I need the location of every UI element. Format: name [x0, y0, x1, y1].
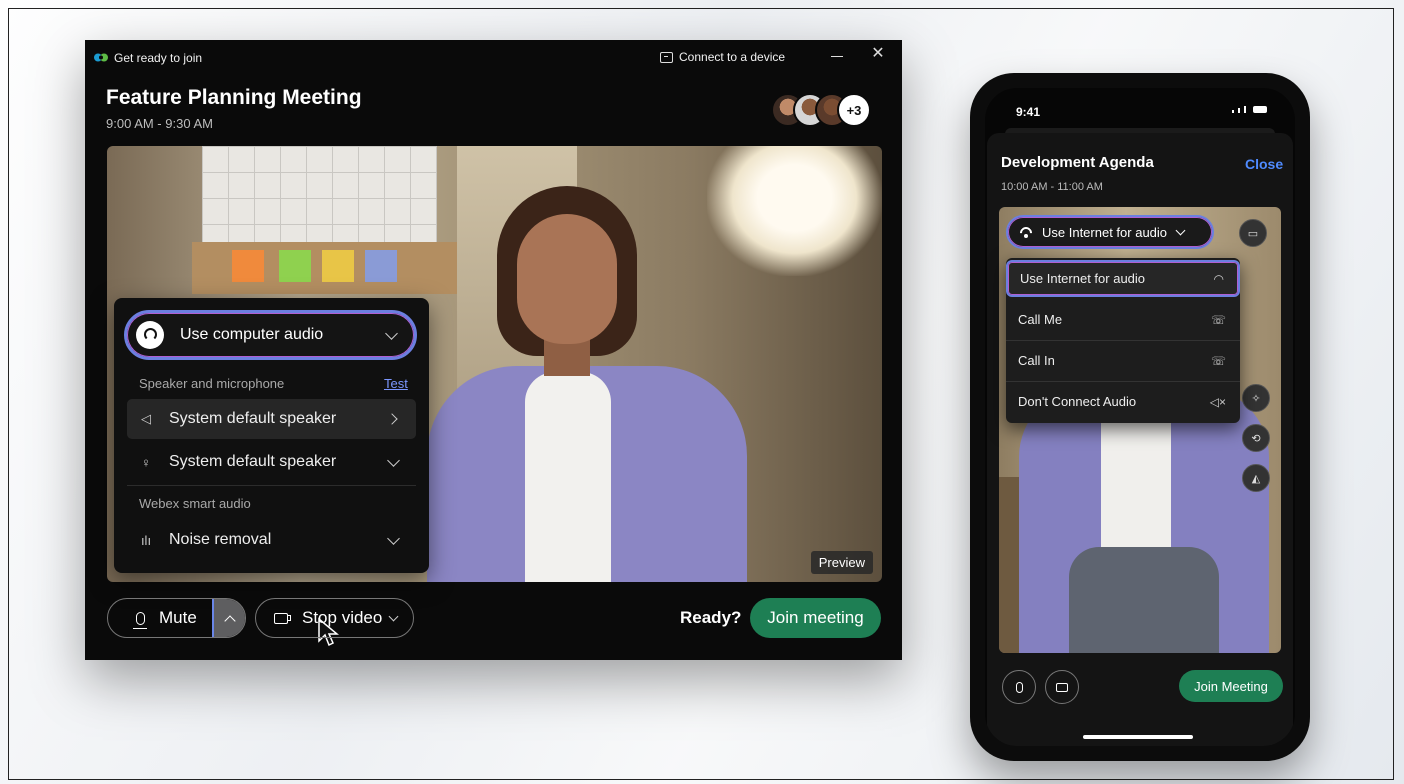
stop-video-button[interactable]: Stop video: [255, 598, 414, 638]
meeting-title: Development Agenda: [1001, 154, 1154, 171]
mute-button[interactable]: [1002, 670, 1036, 704]
chevron-down-icon: [387, 453, 400, 467]
meeting-time: 9:00 AM - 9:30 AM: [106, 116, 213, 131]
person: [407, 186, 767, 582]
camera-icon: [274, 612, 291, 624]
audio-options-menu: Use Internet for audio ◠ Call Me ☏ Call …: [1006, 258, 1240, 423]
stop-video-label: Stop video: [302, 608, 383, 627]
audio-type-label: Use Internet for audio: [1042, 224, 1168, 240]
headset-icon: [136, 321, 164, 349]
meeting-time: 10:00 AM - 11:00 AM: [1001, 181, 1103, 193]
join-meeting-button[interactable]: Join meeting: [750, 598, 881, 638]
face: [517, 214, 617, 344]
connect-device-label: Connect to a device: [679, 50, 786, 64]
chevron-down-icon: [1175, 225, 1186, 235]
signal-icon: [1232, 110, 1234, 113]
join-meeting-button[interactable]: Join Meeting: [1179, 670, 1283, 702]
chevron-down-icon[interactable]: [388, 611, 399, 621]
microphone-icon: [1015, 681, 1023, 693]
audio-type-select[interactable]: Use computer audio: [124, 310, 417, 360]
audio-type-label: Use computer audio: [180, 326, 324, 343]
connect-device-icon[interactable]: ▭: [1239, 219, 1267, 247]
ready-label: Ready?: [680, 608, 742, 627]
menu-item-label: Don't Connect Audio: [1018, 394, 1137, 409]
preview-label: Preview: [810, 551, 873, 574]
participant-avatars[interactable]: +3: [771, 93, 883, 127]
chevron-down-icon: [387, 531, 400, 545]
sticky-note: [232, 250, 264, 282]
minimize-icon[interactable]: [830, 48, 844, 62]
more-participants-badge: +3: [837, 93, 871, 127]
camera-icon: [1056, 682, 1068, 692]
switch-camera-icon[interactable]: ⟲: [1242, 424, 1270, 452]
meeting-title: Feature Planning Meeting: [106, 86, 362, 109]
home-indicator: [1083, 735, 1193, 739]
noise-removal-select[interactable]: ılı Noise removal: [127, 520, 416, 560]
microphone-label: System default speaker: [169, 453, 337, 470]
battery-icon: [1253, 106, 1267, 113]
sticky-note: [279, 250, 311, 282]
chevron-right-icon: [386, 413, 398, 425]
phone-screen: 9:41 Development Agenda Close 10:00 AM -…: [985, 88, 1295, 746]
menu-item-no-audio[interactable]: Don't Connect Audio ◁×: [1006, 381, 1240, 422]
microphone-icon: [133, 611, 147, 629]
microphone-icon: ♀: [141, 454, 151, 470]
webex-logo-icon: [94, 53, 108, 62]
phone-out-icon: ☏: [1210, 312, 1226, 327]
mute-label: Mute: [159, 608, 197, 627]
speaker-mic-heading: Speaker and microphone: [139, 376, 285, 391]
connect-device-button[interactable]: Connect to a device: [660, 50, 785, 64]
desktop-join-window: Get ready to join Connect to a device ✕ …: [85, 40, 902, 660]
speaker-label: System default speaker: [169, 410, 337, 427]
signal-icon: [1238, 108, 1240, 113]
chevron-up-icon: [223, 615, 236, 627]
close-button[interactable]: Close: [1245, 156, 1283, 172]
menu-item-label: Call Me: [1018, 312, 1063, 327]
audio-options-panel: Use computer audio Speaker and microphon…: [114, 298, 429, 573]
chevron-down-icon: [385, 326, 398, 340]
test-link[interactable]: Test: [384, 376, 408, 391]
speaker-select[interactable]: ◁ System default speaker: [127, 399, 416, 439]
wifi-icon: ◠: [1213, 271, 1224, 286]
menu-item-internet-audio[interactable]: Use Internet for audio ◠: [1006, 260, 1240, 297]
menu-item-label: Call In: [1018, 353, 1055, 368]
noise-removal-label: Noise removal: [169, 531, 272, 548]
window-title: Get ready to join: [114, 51, 203, 65]
speaker-icon: ◁: [141, 411, 151, 426]
status-icons: [1232, 106, 1267, 113]
menu-item-label: Use Internet for audio: [1020, 271, 1146, 286]
audio-options-toggle[interactable]: [212, 599, 245, 637]
status-time: 9:41: [1016, 105, 1041, 119]
mute-button[interactable]: Mute: [107, 598, 246, 638]
smart-audio-heading: Webex smart audio: [139, 496, 251, 511]
effects-icon[interactable]: ✧: [1242, 384, 1270, 412]
phone-device: 9:41 Development Agenda Close 10:00 AM -…: [970, 73, 1310, 761]
video-button[interactable]: [1045, 670, 1079, 704]
phone-in-icon: ☏: [1210, 353, 1226, 368]
wifi-icon: [1020, 227, 1034, 238]
menu-item-call-in[interactable]: Call In ☏: [1006, 340, 1240, 381]
device-icon: [660, 51, 673, 63]
legs: [1069, 547, 1219, 653]
sticky-note: [322, 250, 354, 282]
menu-item-call-me[interactable]: Call Me ☏: [1006, 299, 1240, 340]
speaker-mute-icon: ◁×: [1209, 394, 1226, 409]
mirror-icon[interactable]: ◭: [1242, 464, 1270, 492]
audio-type-select[interactable]: Use Internet for audio: [1006, 215, 1214, 249]
close-icon[interactable]: ✕: [871, 46, 885, 62]
signal-icon: [1244, 106, 1246, 113]
title-bar: Get ready to join Connect to a device ✕: [85, 40, 902, 76]
tshirt: [525, 372, 611, 582]
waveform-icon: ılı: [140, 532, 152, 548]
divider: [127, 485, 416, 486]
microphone-select[interactable]: ♀ System default speaker: [127, 442, 416, 482]
sticky-note: [365, 250, 397, 282]
